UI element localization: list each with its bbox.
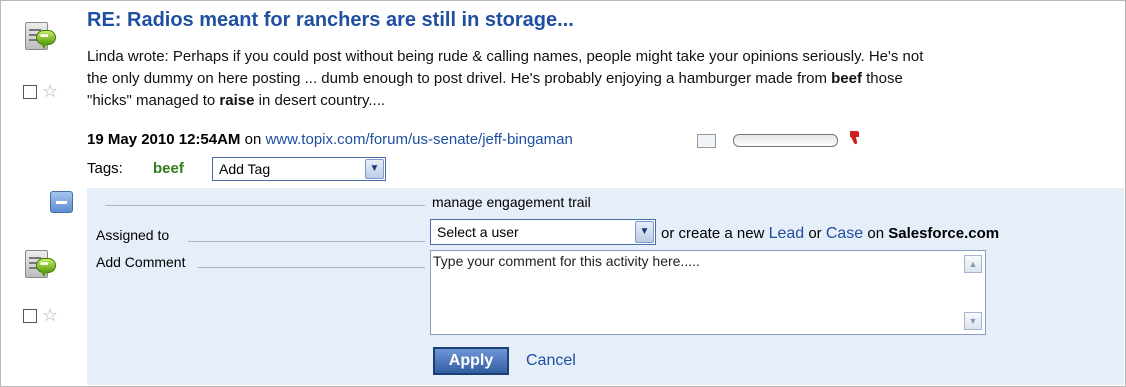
scroll-down-icon[interactable]: ▼ [964,312,982,330]
mark-box[interactable] [697,134,716,148]
divider [188,241,425,242]
lead-link[interactable]: Lead [769,225,805,242]
star-icon[interactable]: ☆ [42,306,58,324]
post-body: Linda wrote: Perhaps if you could post w… [87,46,1126,112]
apply-button[interactable]: Apply [433,347,509,375]
comment-select-checkbox[interactable] [23,309,37,323]
keyword-highlight: raise [219,92,255,109]
assigned-label: Assigned to [96,227,170,243]
post-select-checkbox[interactable] [23,85,37,99]
add-tag-select[interactable]: Add Tag ▼ [212,157,386,181]
user-select[interactable]: Select a user ▼ [430,219,656,245]
thumbs-down-icon[interactable] [848,130,860,146]
post-title[interactable]: RE: Radios meant for ranchers are still … [87,9,574,32]
tags-label: Tags: [87,160,123,177]
keyword-highlight: beef [831,70,862,87]
cancel-link[interactable]: Cancel [526,352,576,370]
minus-icon[interactable] [50,191,73,213]
divider [198,267,425,268]
meta-on-text: on [244,131,262,148]
create-new-text: or create a new Lead or Case on Salesfor… [661,225,1000,242]
comment-document-icon: ••• [24,20,56,50]
case-link[interactable]: Case [826,225,863,242]
chevron-down-icon: ▼ [365,159,384,179]
post-body-line: the only dummy on here posting ... dumb … [87,70,903,87]
scroll-up-icon[interactable]: ▲ [964,255,982,273]
post-source-link[interactable]: www.topix.com/forum/us-senate/jeff-binga… [265,131,572,148]
chevron-down-icon: ▼ [635,221,654,243]
comment-document-icon: ••• [24,248,56,278]
sentiment-bar[interactable] [733,134,838,147]
add-comment-label: Add Comment [96,254,186,270]
salesforce-label: Salesforce.com [888,225,1000,242]
star-icon[interactable]: ☆ [42,82,58,100]
post-meta: 19 May 2010 12:54AM on www.topix.com/for… [87,131,573,148]
comment-textarea[interactable]: Type your comment for this activity here… [430,250,986,335]
post-body-line: "hicks" managed to raise in desert count… [87,92,386,109]
engagement-header: manage engagement trail [432,194,591,210]
divider [105,205,425,206]
post-body-line: Linda wrote: Perhaps if you could post w… [87,48,924,65]
post-date: 19 May 2010 12:54AM [87,131,241,148]
tag-beef[interactable]: beef [153,160,184,177]
